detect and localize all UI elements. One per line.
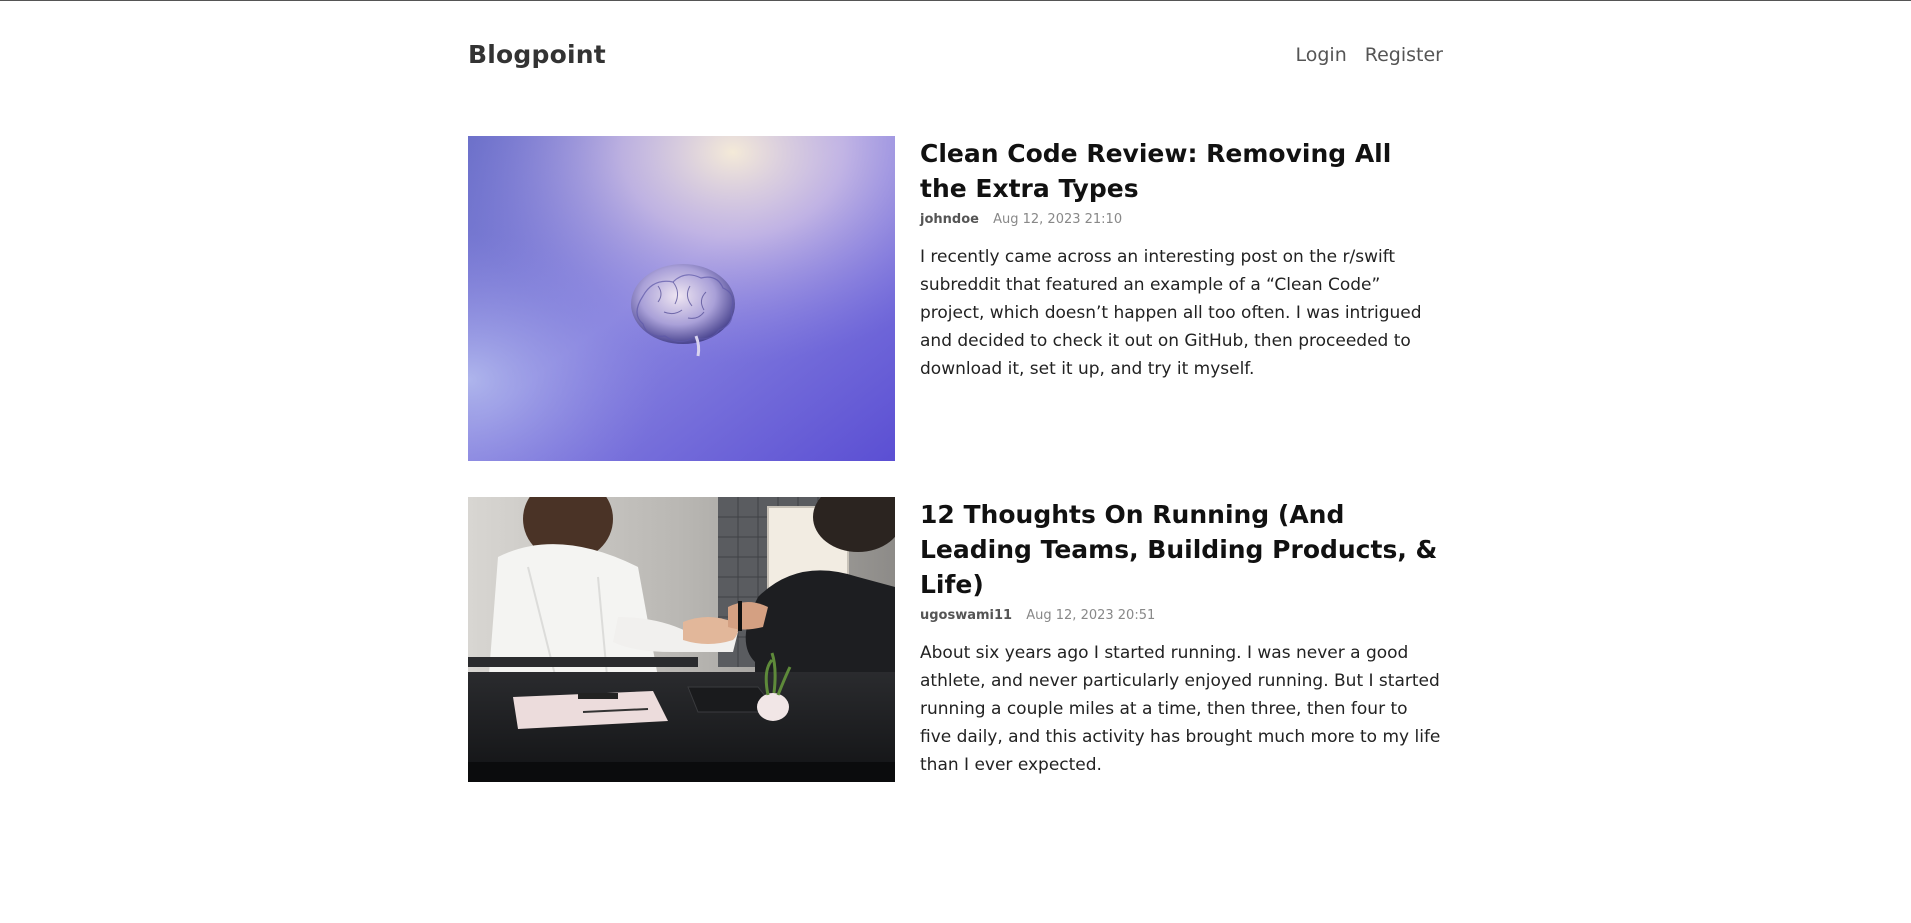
register-link[interactable]: Register	[1365, 44, 1443, 66]
post-date: Aug 12, 2023 20:51	[1026, 608, 1156, 623]
header-nav: Login Register	[1296, 44, 1444, 66]
post-meta: johndoe Aug 12, 2023 21:10	[920, 211, 1443, 229]
brain-image	[468, 136, 895, 461]
brand-logo-link[interactable]: Blogpoint	[468, 40, 606, 69]
site-header: Blogpoint Login Register	[468, 38, 1443, 78]
post-card-clean-code[interactable]: Clean Code Review: Removing All the Extr…	[468, 136, 1443, 461]
post-excerpt: About six years ago I started running. I…	[920, 643, 1441, 775]
post-content: 12 Thoughts On Running (And Leading Team…	[920, 497, 1443, 779]
post-thumbnail-brain[interactable]	[468, 136, 895, 461]
post-author[interactable]: ugoswami11	[920, 608, 1012, 623]
post-date: Aug 12, 2023 21:10	[993, 212, 1123, 227]
handshake-image	[468, 497, 895, 782]
post-author[interactable]: johndoe	[920, 212, 979, 227]
login-link[interactable]: Login	[1296, 44, 1347, 66]
post-excerpt: I recently came across an interesting po…	[920, 247, 1422, 379]
post-thumbnail-handshake[interactable]	[468, 497, 895, 782]
post-title[interactable]: Clean Code Review: Removing All the Extr…	[920, 136, 1443, 206]
post-meta: ugoswami11 Aug 12, 2023 20:51	[920, 607, 1443, 625]
post-card-running[interactable]: 12 Thoughts On Running (And Leading Team…	[468, 497, 1443, 782]
post-title[interactable]: 12 Thoughts On Running (And Leading Team…	[920, 497, 1443, 602]
top-border	[0, 0, 1911, 1]
post-content: Clean Code Review: Removing All the Extr…	[920, 136, 1443, 383]
